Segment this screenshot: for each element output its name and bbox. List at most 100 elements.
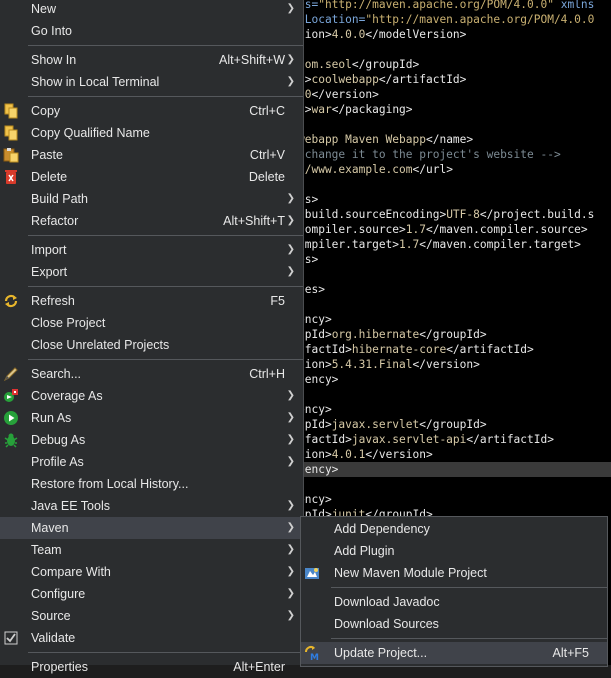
menu-item-export[interactable]: Export ❯	[0, 261, 303, 283]
code-token: 1.7	[399, 238, 420, 251]
code-token: </groupId>	[419, 418, 487, 431]
menu-item-new-maven-module-project[interactable]: New Maven Module Project	[301, 562, 607, 584]
code-token: //www.example.com	[298, 163, 413, 176]
menu-item-label: Debug As	[31, 433, 86, 447]
menu-item-configure[interactable]: Configure ❯	[0, 583, 303, 605]
menu-item-delete[interactable]: Delete Delete	[0, 166, 303, 188]
code-token: </maven.compiler.source>	[426, 223, 588, 236]
menu-item-profile-as[interactable]: Profile As ❯	[0, 451, 303, 473]
menu-item-shortcut: Alt+F5	[552, 646, 589, 660]
paste-icon	[3, 147, 19, 163]
chevron-right-icon: ❯	[286, 54, 295, 65]
menu-item-label: Download Sources	[334, 617, 439, 631]
menu-item-copy-qualified-name[interactable]: Copy Qualified Name	[0, 122, 303, 144]
menu-item-shortcut: Alt+Shift+W	[219, 53, 285, 67]
menu-item-shortcut: Ctrl+H	[249, 367, 285, 381]
menu-item-label: Close Project	[31, 316, 106, 330]
code-token: war	[311, 103, 332, 116]
menu-item-team[interactable]: Team ❯	[0, 539, 303, 561]
menu-item-label: Close Unrelated Projects	[31, 338, 170, 352]
code-token: javax.servlet	[331, 418, 420, 431]
maven-module-icon	[304, 565, 320, 581]
code-token: org.hibernate	[331, 328, 420, 341]
menu-item-debug-as[interactable]: Debug As ❯	[0, 429, 303, 451]
menu-item-add-plugin[interactable]: Add Plugin	[301, 540, 607, 562]
debug-icon	[3, 432, 19, 448]
refresh-icon	[3, 293, 19, 309]
menu-item-paste[interactable]: Paste Ctrl+V	[0, 144, 303, 166]
menu-item-label: Team	[31, 543, 62, 557]
maven-submenu: Add Dependency Add Plugin New Maven Module…	[300, 516, 608, 667]
menu-item-run-as[interactable]: Run As ❯	[0, 407, 303, 429]
menu-item-label: Export	[31, 265, 68, 279]
menu-item-go-into[interactable]: Go Into	[0, 20, 303, 42]
menu-item-show-in[interactable]: Show In Alt+Shift+W ❯	[0, 49, 303, 71]
code-token: </maven.compiler.target>	[419, 238, 581, 251]
menu-item-label: Refactor	[31, 214, 79, 228]
menu-item-import[interactable]: Import ❯	[0, 239, 303, 261]
menu-item-compare-with[interactable]: Compare With ❯	[0, 561, 303, 583]
menu-separator	[331, 587, 607, 588]
menu-item-java-ee-tools[interactable]: Java EE Tools ❯	[0, 495, 303, 517]
menu-item-refresh[interactable]: Refresh F5	[0, 290, 303, 312]
menu-item-refactor[interactable]: Refactor Alt+Shift+T ❯	[0, 210, 303, 232]
code-token: hibernate-core	[351, 343, 447, 356]
chevron-right-icon: ❯	[286, 390, 295, 401]
code-token: </groupId>	[351, 58, 420, 71]
menu-item-label: Import	[31, 243, 67, 257]
code-token: "http://maven.apache.org/POM/4.0.0	[365, 13, 595, 26]
code-token: </artifactId>	[466, 433, 554, 446]
code-token: </version>	[412, 358, 480, 371]
menu-item-new[interactable]: New ❯	[0, 0, 303, 20]
search-pencil-icon	[3, 366, 19, 382]
menu-item-label: Add Dependency	[334, 522, 430, 536]
menu-item-build-path[interactable]: Build Path ❯	[0, 188, 303, 210]
menu-item-properties[interactable]: Properties Alt+Enter	[0, 656, 303, 678]
menu-item-search[interactable]: Search... Ctrl+H	[0, 363, 303, 385]
menu-item-coverage-as[interactable]: Coverage As ❯	[0, 385, 303, 407]
copy-icon	[3, 103, 19, 119]
chevron-right-icon: ❯	[286, 76, 295, 87]
code-token: change it to the project's website -->	[298, 148, 561, 161]
menu-item-restore-from-local-history[interactable]: Restore from Local History...	[0, 473, 303, 495]
run-icon	[3, 410, 19, 426]
code-token: coolwebapp	[311, 73, 379, 86]
menu-separator	[28, 286, 303, 287]
code-token: </url>	[412, 163, 453, 176]
menu-item-shortcut: F5	[270, 294, 285, 308]
chevron-right-icon: ❯	[286, 500, 295, 511]
chevron-right-icon: ❯	[286, 193, 295, 204]
chevron-right-icon: ❯	[286, 456, 295, 467]
menu-item-validate[interactable]: Validate	[0, 627, 303, 649]
chevron-right-icon: ❯	[286, 610, 295, 621]
menu-item-label: New Maven Module Project	[334, 566, 487, 580]
menu-item-label: Java EE Tools	[31, 499, 110, 513]
menu-item-source[interactable]: Source ❯	[0, 605, 303, 627]
menu-item-shortcut: Alt+Enter	[233, 660, 285, 674]
menu-separator	[28, 235, 303, 236]
menu-item-download-sources[interactable]: Download Sources	[301, 613, 607, 635]
code-token: "http://maven.apache.org/POM/4.0.0"	[318, 0, 554, 11]
menu-item-shortcut: Ctrl+C	[249, 104, 285, 118]
menu-item-copy[interactable]: Copy Ctrl+C	[0, 100, 303, 122]
code-token: aLocation=	[298, 13, 366, 26]
menu-item-label: Run As	[31, 411, 72, 425]
code-token: xmlns	[553, 0, 595, 11]
code-token: 4.0.0	[331, 28, 366, 41]
chevron-right-icon: ❯	[286, 215, 295, 226]
menu-item-download-javadoc[interactable]: Download Javadoc	[301, 591, 607, 613]
code-token: 4.0.1	[331, 448, 366, 461]
menu-item-add-dependency[interactable]: Add Dependency	[301, 518, 607, 540]
menu-item-close-unrelated-projects[interactable]: Close Unrelated Projects	[0, 334, 303, 356]
menu-item-maven[interactable]: Maven ❯	[0, 517, 303, 539]
menu-item-label: New	[31, 2, 57, 16]
menu-item-shortcut: Ctrl+V	[249, 148, 285, 162]
menu-item-label: Show In	[31, 53, 77, 67]
menu-item-update-project[interactable]: M Update Project... Alt+F5	[301, 642, 607, 664]
menu-item-close-project[interactable]: Close Project	[0, 312, 303, 334]
menu-item-show-in-local-terminal[interactable]: Show in Local Terminal ❯	[0, 71, 303, 93]
menu-item-label: Download Javadoc	[334, 595, 440, 609]
chevron-right-icon: ❯	[286, 266, 295, 277]
code-token: </artifactId>	[446, 343, 534, 356]
chevron-right-icon: ❯	[286, 522, 295, 533]
